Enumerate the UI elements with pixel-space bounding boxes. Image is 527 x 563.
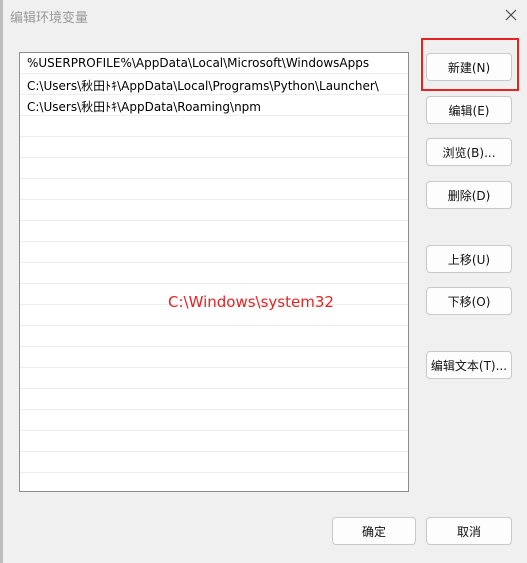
list-item-text: %USERPROFILE%\AppData\Local\Microsoft\Wi… (27, 56, 370, 70)
move-down-button[interactable]: 下移(O) (426, 287, 512, 315)
empty-row[interactable] (20, 158, 408, 179)
empty-row[interactable] (20, 221, 408, 242)
list-item-text: C:\Users\秋田ﾄｷ\AppData\Roaming\npm (27, 100, 261, 114)
empty-row[interactable] (20, 326, 408, 347)
list-item[interactable]: %USERPROFILE%\AppData\Local\Microsoft\Wi… (20, 53, 408, 74)
move-up-button[interactable]: 上移(U) (426, 245, 512, 273)
list-item[interactable]: C:\Users\秋田ﾄｷ\AppData\Roaming\npm (20, 95, 408, 116)
empty-row[interactable] (20, 137, 408, 158)
title-bar: 编辑环境变量 (0, 0, 527, 30)
delete-button[interactable]: 删除(D) (426, 181, 512, 209)
list-item[interactable]: C:\Users\秋田ﾄｷ\AppData\Local\Programs\Pyt… (20, 74, 408, 95)
new-button[interactable]: 新建(N) (426, 53, 512, 81)
empty-row[interactable] (20, 347, 408, 368)
empty-row[interactable] (20, 431, 408, 452)
empty-row[interactable] (20, 116, 408, 137)
ok-button[interactable]: 确定 (332, 517, 416, 545)
window-title: 编辑环境变量 (10, 11, 89, 26)
empty-row[interactable] (20, 452, 408, 473)
empty-row[interactable] (20, 473, 408, 491)
empty-row[interactable] (20, 389, 408, 410)
empty-row[interactable] (20, 242, 408, 263)
edit-text-button[interactable]: 编辑文本(T)... (426, 351, 512, 379)
empty-row[interactable] (20, 410, 408, 431)
empty-row[interactable] (20, 263, 408, 284)
cancel-button[interactable]: 取消 (426, 517, 512, 545)
empty-row[interactable] (20, 368, 408, 389)
annotation-text: C:\Windows\system32 (168, 293, 334, 311)
edit-button[interactable]: 编辑(E) (426, 96, 512, 124)
close-button[interactable] (498, 4, 524, 26)
path-list[interactable]: %USERPROFILE%\AppData\Local\Microsoft\Wi… (19, 52, 409, 492)
window-left-edge (0, 0, 3, 563)
close-icon (505, 9, 517, 21)
empty-row[interactable] (20, 200, 408, 221)
list-item-text: C:\Users\秋田ﾄｷ\AppData\Local\Programs\Pyt… (27, 79, 379, 93)
browse-button[interactable]: 浏览(B)... (426, 138, 512, 166)
empty-row[interactable] (20, 179, 408, 200)
